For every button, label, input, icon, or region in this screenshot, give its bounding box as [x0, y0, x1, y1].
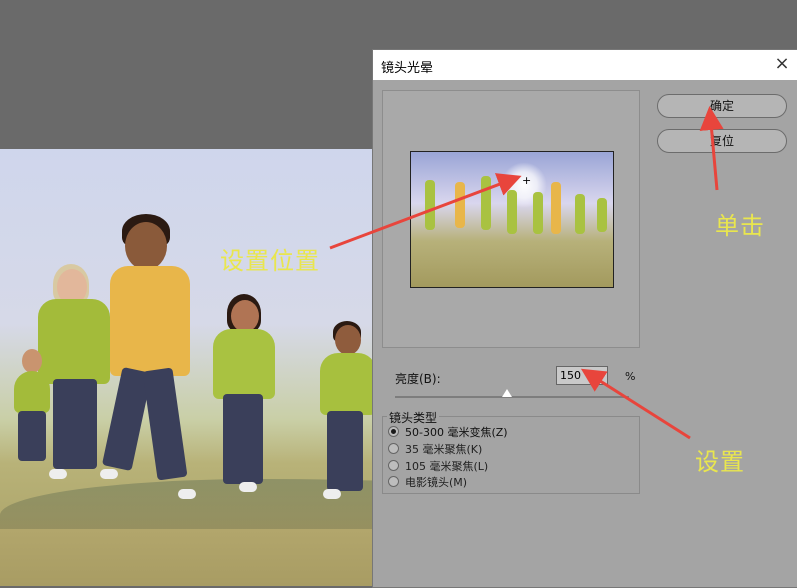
brightness-slider-thumb[interactable] — [502, 389, 512, 397]
annotation-set: 设置 — [695, 448, 745, 476]
lens-option-label: 35 毫米聚焦(K) — [405, 443, 483, 456]
annotation-set-position: 设置位置 — [220, 247, 320, 275]
brightness-unit: % — [625, 370, 636, 383]
dialog-title: 镜头光晕 — [381, 61, 434, 76]
lens-option-label: 105 毫米聚焦(L) — [405, 460, 489, 473]
radio-selected-icon[interactable] — [388, 426, 399, 437]
lens-flare-dialog: 镜头光晕 × + 确定 复位 亮度(B): % 镜头类型 50-300 毫米变焦… — [372, 49, 797, 588]
running-boy — [100, 214, 200, 514]
lens-type-label: 镜头类型 — [387, 409, 440, 426]
radio-icon[interactable] — [388, 476, 399, 487]
ok-button[interactable]: 确定 — [657, 94, 787, 118]
lens-option-label: 50-300 毫米变焦(Z) — [405, 426, 508, 439]
brightness-field[interactable] — [556, 366, 608, 385]
radio-icon[interactable] — [388, 460, 399, 471]
radio-icon[interactable] — [388, 443, 399, 454]
flare-preview-image[interactable]: + — [410, 151, 614, 288]
running-girl-middle — [205, 294, 280, 504]
preview-panel: + — [382, 90, 640, 348]
annotation-click: 单击 — [715, 212, 765, 240]
running-boy-right — [315, 321, 380, 501]
lens-option-105mm[interactable]: 105 毫米聚焦(L) — [388, 459, 488, 475]
flare-center-marker[interactable]: + — [522, 175, 531, 186]
brightness-label: 亮度(B): — [395, 372, 441, 386]
running-girl-far-left — [12, 349, 52, 469]
lens-option-label: 电影镜头(M) — [405, 476, 468, 489]
lens-option-movie[interactable]: 电影镜头(M) — [388, 475, 467, 491]
lens-option-35mm[interactable]: 35 毫米聚焦(K) — [388, 442, 482, 458]
brightness-slider-track[interactable] — [395, 396, 629, 398]
lens-option-50-300mm[interactable]: 50-300 毫米变焦(Z) — [388, 425, 508, 441]
close-icon[interactable]: × — [770, 52, 794, 76]
reset-button[interactable]: 复位 — [657, 129, 787, 153]
dialog-titlebar: 镜头光晕 × — [373, 50, 797, 80]
